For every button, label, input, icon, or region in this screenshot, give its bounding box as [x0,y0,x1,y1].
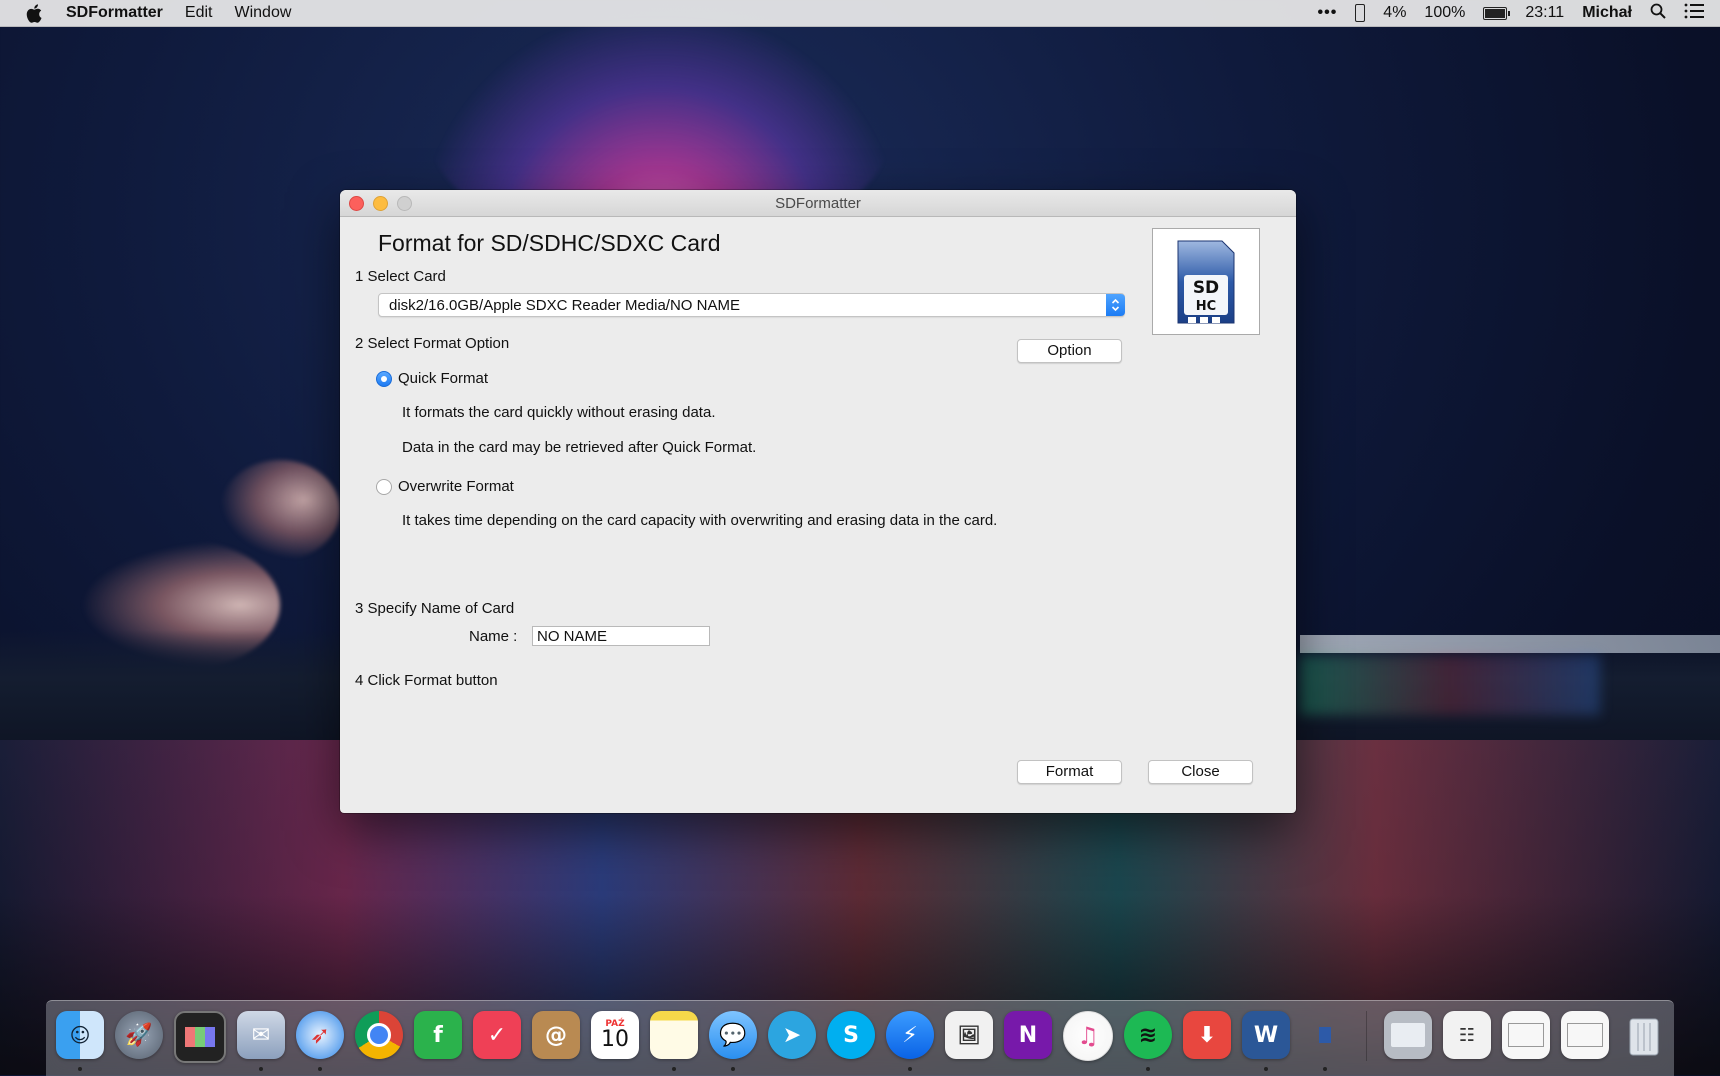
quick-format-label: Quick Format [398,370,489,387]
more-icon[interactable]: ••• [1317,4,1337,22]
wallpaper-lights [1300,655,1600,715]
format-button[interactable]: Format [1017,760,1122,784]
preview-icon[interactable]: 🖼 [945,1011,993,1059]
dock-icons: ☺ 🚀 ✉ ➶ f ✓ @ PAŹ 10 💬 ➤ S ⚡ 🖼 N ♫ ≋ ⬇ W… [56,1011,1668,1071]
overwrite-format-label: Overwrite Format [398,478,514,495]
skype-icon[interactable]: S [827,1011,875,1059]
launchpad-icon[interactable]: 🚀 [115,1011,163,1059]
sdformatter-window: SDFormatter Format for SD/SDHC/SDXC Card… [340,190,1296,813]
user-name[interactable]: Michał [1582,4,1632,22]
step-click-format: 4 Click Format button [355,672,498,689]
step-select-card: 1 Select Card [355,268,446,285]
window-thumbnail-icon[interactable] [1561,1011,1609,1059]
notes-icon[interactable] [650,1011,698,1071]
card-select[interactable]: disk2/16.0GB/Apple SDXC Reader Media/NO … [378,293,1125,317]
menu-app-name[interactable]: SDFormatter [66,4,163,22]
notification-center-icon[interactable] [1684,3,1704,24]
telegram-icon[interactable]: ➤ [768,1011,816,1059]
mail-icon[interactable]: ✉ [237,1011,285,1071]
messenger-icon[interactable]: ⚡ [886,1011,934,1071]
feedly-icon[interactable]: f [414,1011,462,1059]
sdhc-card-icon: SD HC [1152,228,1260,335]
pocket-icon[interactable]: ✓ [473,1011,521,1059]
quick-format-desc-2: Data in the card may be retrieved after … [402,439,757,456]
battery-percent[interactable]: 100% [1424,4,1465,22]
status-area: ••• 4% 100% 23:11 Michał [1317,3,1704,24]
step-card-name: 3 Specify Name of Card [355,600,515,617]
window-content: Format for SD/SDHC/SDXC Card SD HC 1 Sel… [340,217,1296,813]
spotlight-search-icon[interactable] [1650,3,1666,24]
calendar-icon[interactable]: PAŹ 10 [591,1011,639,1059]
battery-icon[interactable] [1483,6,1511,20]
radio-unselected-icon[interactable] [376,478,392,495]
document-stack-icon[interactable]: ☷ [1443,1011,1491,1059]
svg-text:SD: SD [1193,278,1219,298]
contacts-icon[interactable]: @ [532,1011,580,1059]
sdformatter-icon[interactable] [1301,1011,1349,1071]
close-window-button[interactable] [349,196,364,211]
close-button[interactable]: Close [1148,760,1253,784]
spotify-icon[interactable]: ≋ [1124,1011,1172,1071]
word-icon[interactable]: W [1242,1011,1290,1071]
safari-icon[interactable]: ➶ [296,1011,344,1071]
window-title: SDFormatter [775,194,861,212]
overwrite-format-radio[interactable]: Overwrite Format [376,478,514,495]
chrome-icon[interactable] [355,1011,403,1059]
phone-icon[interactable] [1355,4,1366,22]
menu-bar: SDFormatter Edit Window ••• 4% 100% 23:1… [0,0,1720,27]
finder-icon[interactable]: ☺ [56,1011,104,1071]
window-controls [349,196,412,211]
menu-edit[interactable]: Edit [185,4,213,22]
itunes-icon[interactable]: ♫ [1063,1011,1113,1061]
mission-control-icon[interactable] [174,1011,226,1063]
radio-selected-icon[interactable] [376,370,392,387]
page-title: Format for SD/SDHC/SDXC Card [378,230,721,256]
title-bar[interactable]: SDFormatter [340,190,1296,217]
apple-menu-icon[interactable] [24,3,44,23]
dock: ☺ 🚀 ✉ ➶ f ✓ @ PAŹ 10 💬 ➤ S ⚡ 🖼 N ♫ ≋ ⬇ W… [46,1000,1674,1076]
zoom-window-button[interactable] [397,196,412,211]
svg-text:HC: HC [1196,299,1216,314]
wallpaper-firework [220,460,340,560]
dock-separator [1366,1011,1367,1061]
cpu-status[interactable]: 4% [1383,4,1406,22]
option-button[interactable]: Option [1017,339,1122,363]
messages-icon[interactable]: 💬 [709,1011,757,1071]
calendar-day: 10 [601,1027,629,1052]
trash-icon[interactable] [1620,1011,1668,1059]
menu-window[interactable]: Window [234,4,291,22]
quick-format-radio[interactable]: Quick Format [376,370,488,387]
minimize-window-button[interactable] [373,196,388,211]
onenote-icon[interactable]: N [1004,1011,1052,1059]
step-format-option: 2 Select Format Option [355,335,510,352]
wallpaper-bridge [1300,635,1720,653]
transmit-icon[interactable]: ⬇ [1183,1011,1231,1059]
chevron-updown-icon[interactable] [1106,294,1125,316]
card-name-input[interactable]: NO NAME [532,626,710,646]
name-label: Name : [469,628,518,645]
overwrite-format-desc: It takes time depending on the card capa… [402,512,998,529]
window-thumbnail-icon[interactable] [1502,1011,1550,1059]
card-select-value: disk2/16.0GB/Apple SDXC Reader Media/NO … [389,296,740,314]
downloads-folder-icon[interactable] [1384,1011,1432,1059]
clock[interactable]: 23:11 [1525,4,1564,22]
quick-format-desc-1: It formats the card quickly without eras… [402,404,716,421]
